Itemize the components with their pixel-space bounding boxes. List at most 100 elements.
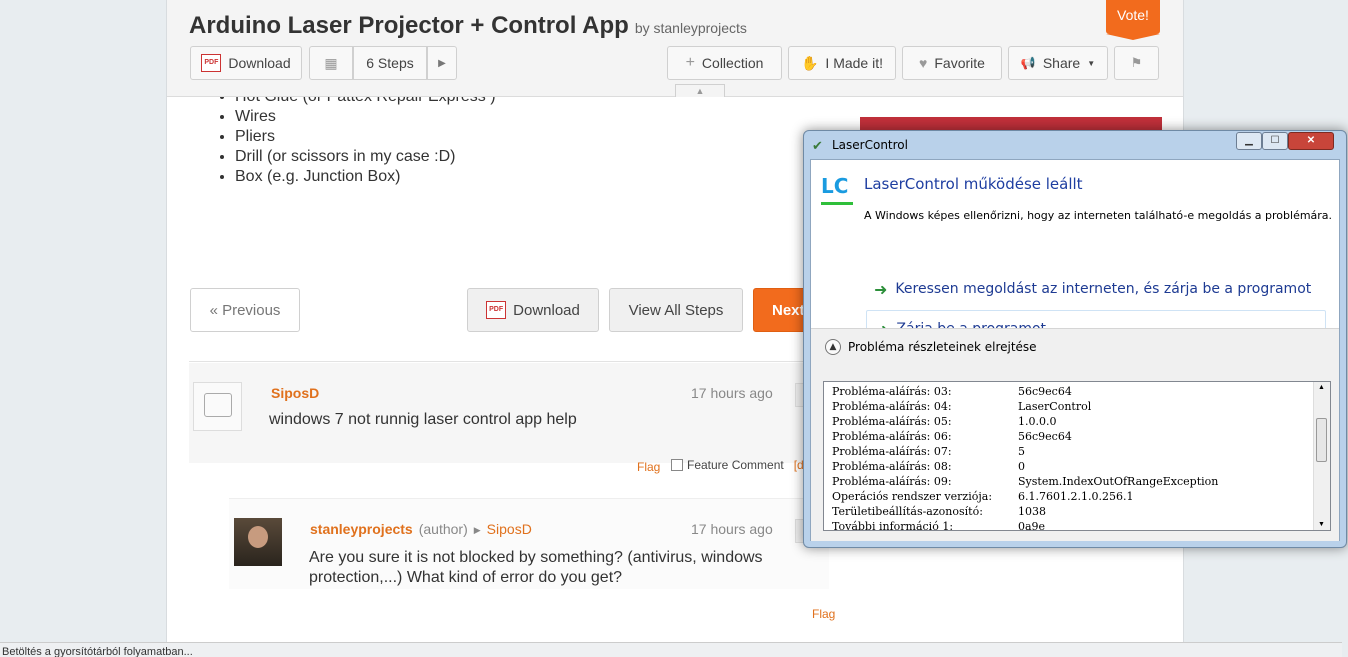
detail-value: 5 — [1018, 445, 1025, 458]
detail-key: Probléma-aláírás: 08: — [832, 460, 952, 473]
heart-icon: ♥ — [919, 55, 928, 71]
detail-value: System.IndexOutOfRangeException — [1018, 475, 1219, 488]
detail-key: Probléma-aláírás: 07: — [832, 445, 952, 458]
logo-text: LC — [821, 174, 849, 198]
favorite-label: Favorite — [934, 55, 985, 71]
share-button[interactable]: 📢 Share ▼ — [1008, 46, 1108, 80]
grid-icon: ▦ — [324, 54, 338, 71]
flag-button[interactable]: ⚑ — [1114, 46, 1159, 80]
reply-date: 17 hours ago — [691, 521, 773, 537]
feature-comment-option[interactable]: Feature Comment [d — [671, 458, 804, 472]
logo-underline — [821, 202, 853, 205]
dialog-heading: LaserControl működése leállt — [864, 175, 1083, 193]
hand-icon: ✋ — [800, 54, 819, 71]
reply-flag-link[interactable]: Flag — [812, 607, 835, 621]
detail-value: 56c9ec64 — [1018, 385, 1072, 398]
avatar[interactable] — [193, 382, 242, 431]
i-made-it-button[interactable]: ✋ I Made it! — [788, 46, 896, 80]
vote-button[interactable]: Vote! — [1106, 0, 1160, 40]
toggle-label: Probléma részleteinek elrejtése — [848, 340, 1037, 354]
maximize-button[interactable]: ☐ — [1262, 132, 1288, 150]
detail-key: Probléma-aláírás: 05: — [832, 415, 952, 428]
collapse-header-handle[interactable]: ▲ — [675, 84, 725, 97]
title-text: Arduino Laser Projector + Control App — [189, 12, 629, 39]
checkbox[interactable] — [671, 459, 683, 471]
previous-button[interactable]: « Previous — [190, 288, 300, 332]
details-section: ▲ Probléma részleteinek elrejtése Problé… — [811, 328, 1339, 541]
detail-value: 6.1.7601.2.1.0.256.1 — [1018, 490, 1134, 503]
list-item: Wires — [235, 107, 496, 127]
collection-button[interactable]: + Collection — [667, 46, 782, 80]
problem-details-box[interactable]: Probléma-aláírás: 03: 56c9ec64 Probléma-a… — [823, 381, 1331, 531]
pdf-icon: PDF — [201, 54, 222, 72]
author-role: (author) — [418, 521, 468, 537]
page-header: Arduino Laser Projector + Control App by … — [167, 0, 1183, 97]
avatar[interactable] — [234, 518, 282, 566]
chevron-up-icon: ▲ — [695, 86, 705, 96]
step-grid-button[interactable]: ▦ — [309, 46, 353, 80]
list-item: Drill (or scissors in my case :D) — [235, 147, 496, 167]
caret-right-icon: ▶ — [473, 525, 481, 535]
detail-value: LaserControl — [1018, 400, 1092, 413]
browser-status-bar: Betöltés a gyorsítótárból folyamatban... — [0, 642, 1342, 657]
pdf-icon: PDF — [486, 301, 507, 319]
next-step-arrow-button[interactable]: ▶ — [427, 46, 457, 80]
detail-key: Probléma-aláírás: 09: — [832, 475, 952, 488]
megaphone-icon: 📢 — [1020, 56, 1036, 70]
app-icon: ✔ — [812, 138, 823, 153]
reply-to-user[interactable]: SiposD — [487, 521, 532, 539]
hide-details-toggle[interactable]: ▲ Probléma részleteinek elrejtése — [825, 339, 1037, 355]
reply-meta: stanleyprojects (author) ▶ SiposD — [310, 521, 532, 539]
detail-value: 1.0.0.0 — [1018, 415, 1057, 428]
detail-value: 1038 — [1018, 505, 1046, 518]
feature-label: Feature Comment — [687, 458, 784, 472]
detail-value: 56c9ec64 — [1018, 430, 1072, 443]
reply-author[interactable]: stanleyprojects — [310, 521, 413, 539]
divider — [189, 361, 829, 362]
page-title: Arduino Laser Projector + Control App by … — [189, 12, 747, 40]
scroll-up-arrow-icon[interactable]: ▲ — [1318, 384, 1325, 391]
view-all-steps-button[interactable]: View All Steps — [609, 288, 743, 332]
plus-icon: + — [685, 54, 695, 71]
share-label: Share — [1042, 55, 1081, 71]
made-it-label: I Made it! — [825, 55, 884, 71]
option-label: Keressen megoldást az interneten, és zár… — [895, 281, 1312, 297]
person-photo-icon — [248, 526, 268, 548]
details-scrollbar[interactable]: ▲ ▼ — [1313, 382, 1330, 530]
chevron-up-icon: ▲ — [825, 339, 841, 355]
close-button[interactable]: ✕ — [1288, 132, 1334, 150]
caret-right-icon: ▶ — [438, 57, 446, 69]
dialog-title: LaserControl — [832, 138, 908, 152]
download-button[interactable]: PDF Download — [190, 46, 302, 80]
list-item: Hot Glue (or Pattex Repair Express ) — [235, 97, 496, 107]
detail-key: További információ 1: — [832, 520, 954, 531]
next-label: Next — [772, 301, 805, 319]
download-label: Download — [228, 55, 291, 71]
detail-key: Területibeállítás-azonosító: — [832, 505, 983, 518]
error-dialog: ✔ LaserControl ▁ ☐ ✕ LC LaserControl műk… — [803, 130, 1347, 548]
detail-value: 0 — [1018, 460, 1025, 473]
author-byline[interactable]: by stanleyprojects — [635, 20, 747, 36]
detail-key: Operációs rendszer verziója: — [832, 490, 993, 503]
favorite-button[interactable]: ♥ Favorite — [902, 46, 1002, 80]
scrollbar-thumb[interactable] — [1316, 418, 1327, 462]
minimize-button[interactable]: ▁ — [1236, 132, 1262, 150]
green-arrow-icon: ➜ — [874, 279, 888, 299]
scroll-down-arrow-icon[interactable]: ▼ — [1318, 521, 1325, 528]
list-item: Box (e.g. Junction Box) — [235, 167, 496, 187]
comment-flag-link[interactable]: Flag — [637, 460, 660, 474]
robot-avatar-icon — [204, 393, 232, 417]
materials-list: Hot Glue (or Pattex Repair Express ) Wir… — [211, 97, 496, 187]
comment-author[interactable]: SiposD — [271, 385, 319, 401]
reply-text: Are you sure it is not blocked by someth… — [309, 549, 763, 586]
search-online-option[interactable]: ➜ Keressen megoldást az interneten, és z… — [866, 270, 1326, 308]
download-pdf-button[interactable]: PDF Download — [467, 288, 599, 332]
comment-text: windows 7 not runnig laser control app h… — [269, 411, 577, 428]
detail-value: 0a9e — [1018, 520, 1046, 531]
flag-icon: ⚑ — [1130, 55, 1143, 70]
detail-key: Probléma-aláírás: 06: — [832, 430, 952, 443]
detail-key: Probléma-aláírás: 03: — [832, 385, 952, 398]
dialog-description: A Windows képes ellenőrizni, hogy az int… — [864, 209, 1333, 222]
collection-label: Collection — [701, 55, 764, 71]
steps-dropdown[interactable]: 6 Steps — [353, 46, 427, 80]
